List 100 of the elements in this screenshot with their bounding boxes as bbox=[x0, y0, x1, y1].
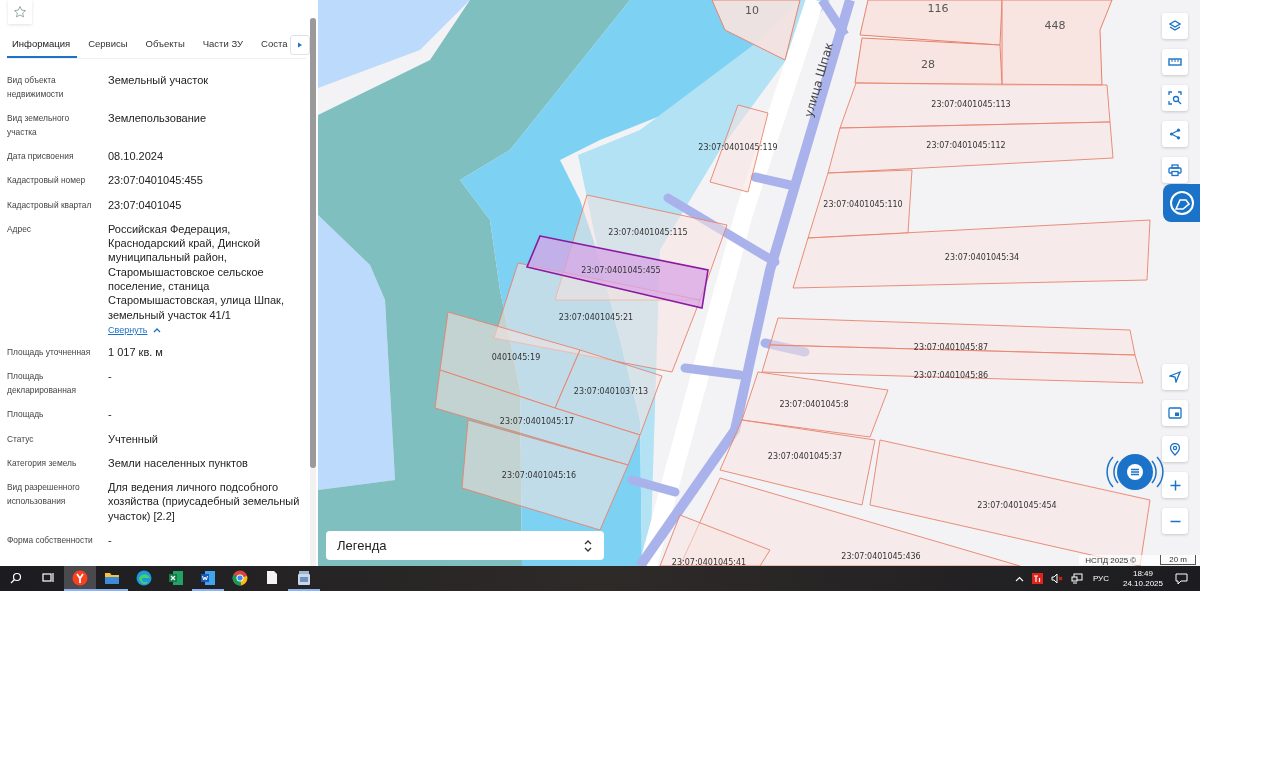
app-icon bbox=[297, 569, 311, 586]
field-label: Категория земель bbox=[7, 456, 78, 470]
legend-dropdown[interactable]: Легенда bbox=[326, 531, 604, 560]
search-icon bbox=[10, 571, 22, 584]
up-down-caret-icon bbox=[584, 538, 592, 553]
map-pin-search-icon bbox=[1169, 442, 1181, 456]
tab[interactable]: Сервисы bbox=[81, 32, 135, 58]
caret-up-icon bbox=[153, 326, 162, 333]
browser-icon bbox=[232, 569, 248, 586]
field-value: Землепользование bbox=[108, 111, 208, 126]
parcel-label: 23:07:0401045:21 bbox=[558, 313, 634, 322]
parcel-label: 23:07:0401045:86 bbox=[913, 371, 989, 380]
navigation-arrow-icon bbox=[1169, 371, 1181, 383]
field-label: Кадастровый номер bbox=[7, 174, 87, 188]
field-label: Кадастровый квартал bbox=[7, 198, 93, 212]
parcel-label: 23:07:0401045:119 bbox=[698, 143, 778, 152]
clock-date: 24.10.2025 bbox=[1122, 578, 1163, 589]
land-parcel[interactable] bbox=[525, 235, 709, 309]
field-label: Площадь уточненная bbox=[7, 345, 92, 359]
field-label: Дата присвоения bbox=[7, 150, 75, 163]
field-label: Адрес bbox=[7, 222, 32, 236]
building-outline[interactable] bbox=[859, 0, 1003, 46]
house-number: 28 bbox=[921, 58, 935, 71]
field-value: Земельный участок bbox=[108, 73, 210, 88]
tab[interactable]: Информация bbox=[7, 32, 78, 58]
field-value: 1 017 кв. м bbox=[108, 344, 164, 360]
message-icon bbox=[1126, 463, 1144, 481]
tabs-scroll-button[interactable] bbox=[290, 35, 310, 55]
taskbar-app-button[interactable] bbox=[64, 566, 96, 591]
field-label: Форма собственности bbox=[7, 534, 94, 548]
parcel-label: 23:07:0401045:115 bbox=[608, 228, 688, 237]
chat-bubble-icon bbox=[1168, 190, 1195, 216]
input-language[interactable]: РУС bbox=[1092, 574, 1109, 583]
field-value: Земли населенных пунктов bbox=[108, 455, 249, 471]
folder-icon bbox=[104, 570, 120, 585]
layers-button[interactable] bbox=[1162, 13, 1188, 39]
tab[interactable]: Соста bbox=[254, 32, 295, 58]
assistant-tab-button[interactable] bbox=[1163, 184, 1200, 222]
speaker-muted-icon[interactable] bbox=[1050, 573, 1063, 584]
building-outline[interactable] bbox=[711, 0, 801, 61]
share-icon bbox=[1169, 128, 1181, 140]
browser-icon bbox=[136, 569, 152, 586]
parcel-label: 23:07:0401045:8 bbox=[779, 400, 849, 409]
house-number: 448 bbox=[1044, 19, 1066, 32]
land-parcel[interactable] bbox=[807, 169, 913, 239]
field-value: Российская Федерация, Краснодарский край, Динской муниципальный район, Старомышастовское сельское поселение, станица Старомышастовская, улица Шпак, земельный участок 41/1 bbox=[108, 221, 285, 322]
network-icon[interactable] bbox=[1070, 573, 1083, 584]
tab[interactable]: Объекты bbox=[138, 32, 192, 58]
ruler-icon bbox=[1168, 58, 1182, 66]
parcel-label: 23:07:0401045:110 bbox=[823, 200, 903, 209]
house-number: 10 bbox=[745, 4, 759, 17]
field-label: Вид объекта недвижимости bbox=[7, 74, 65, 101]
document-icon bbox=[200, 569, 216, 586]
clock[interactable]: 18:49 24.10.2025 bbox=[1122, 568, 1163, 589]
minimap-button[interactable] bbox=[1162, 400, 1188, 426]
browser-icon bbox=[72, 569, 88, 586]
parcel-label: 23:07:0401045:17 bbox=[499, 417, 575, 426]
parcel-label: 23:07:0401045:41 bbox=[671, 558, 747, 566]
street-name: улица Шпак bbox=[801, 40, 837, 119]
field-value: - bbox=[108, 369, 113, 384]
locate-button[interactable] bbox=[1162, 364, 1188, 390]
parcel-label: 23:07:0401045:16 bbox=[501, 471, 577, 480]
tab[interactable]: Части ЗУ bbox=[195, 32, 251, 58]
ruler-button[interactable] bbox=[1162, 49, 1188, 75]
zoom-in-button[interactable] bbox=[1162, 472, 1188, 498]
field-value: Для ведения личного подсобного хозяйства (приусадебный земельный участок) [2.2] bbox=[108, 480, 301, 524]
field-label: Площадь bbox=[7, 408, 45, 422]
house-number: 116 bbox=[927, 2, 949, 15]
notification-icon[interactable] bbox=[1175, 572, 1188, 585]
print-button[interactable] bbox=[1162, 157, 1188, 183]
field-label: Вид разрешенного использования bbox=[7, 481, 81, 509]
file-icon bbox=[266, 570, 278, 585]
field-label: Вид земельного участка bbox=[7, 112, 71, 139]
parcel-label: 23:07:0401037:13 bbox=[573, 387, 649, 396]
clock-time: 18:49 bbox=[1132, 568, 1153, 579]
area-select-button[interactable] bbox=[1162, 85, 1188, 111]
play-icon bbox=[297, 42, 303, 48]
spreadsheet-icon bbox=[168, 569, 184, 586]
scale-bar: 20 m bbox=[1160, 555, 1196, 565]
layers-icon bbox=[1169, 20, 1181, 32]
parcel-label: 23:07:0401045:454 bbox=[977, 501, 1057, 510]
parcel-label: 23:07:0401045:37 bbox=[767, 452, 843, 461]
share-button[interactable] bbox=[1162, 121, 1188, 147]
parcel-label: 23:07:0401045:113 bbox=[931, 100, 1011, 109]
field-value: 08.10.2024 bbox=[108, 149, 165, 164]
area-select-icon bbox=[1168, 91, 1182, 105]
parcel-label: 23:07:0401045:34 bbox=[944, 253, 1020, 262]
collapse-link[interactable]: Свернуть bbox=[108, 324, 162, 335]
tray-app-icon[interactable] bbox=[1031, 573, 1043, 584]
field-value: - bbox=[108, 407, 113, 422]
window-icon bbox=[1168, 407, 1182, 419]
map-attribution: НСПД 2025 © bbox=[1085, 556, 1137, 565]
parcel-label: 23:07:0401045:455 bbox=[581, 266, 661, 275]
field-value: - bbox=[108, 533, 113, 548]
scroll-bar[interactable] bbox=[310, 18, 316, 566]
chevron-up-icon[interactable] bbox=[1014, 575, 1024, 582]
place-search-button[interactable] bbox=[1162, 436, 1188, 462]
parcel-label: 23:07:0401045:436 bbox=[841, 552, 921, 561]
field-value: 23:07:0401045 bbox=[108, 197, 183, 212]
task-view-icon bbox=[41, 572, 55, 583]
